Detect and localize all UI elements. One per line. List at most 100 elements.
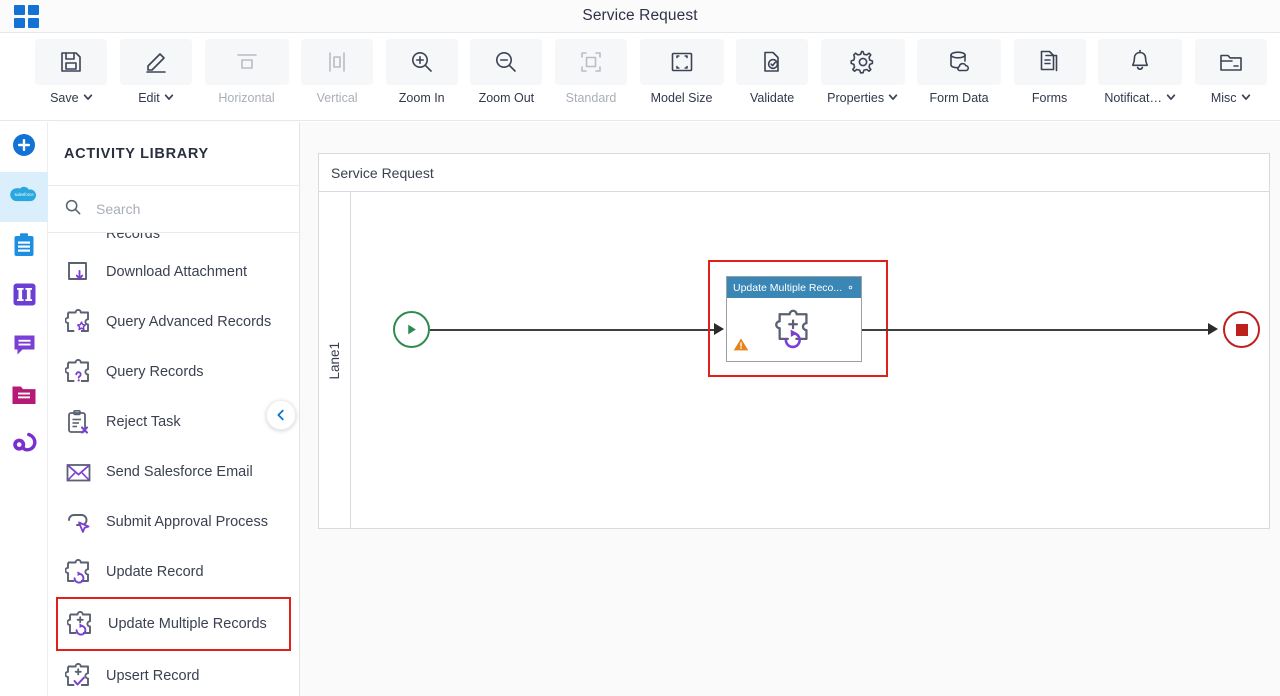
task-body — [727, 298, 861, 362]
rail-item-add-new[interactable] — [0, 122, 48, 172]
list-item[interactable]: Download Attachment — [48, 247, 299, 297]
horizontal-align-icon — [204, 39, 289, 85]
page-title: Service Request — [582, 7, 698, 24]
database-cloud-icon — [917, 39, 1002, 85]
apps-grid-icon[interactable] — [14, 5, 40, 28]
task-update-multiple-records[interactable]: Update Multiple Reco... — [726, 276, 862, 362]
toolbar-button-label: Zoom In — [398, 91, 445, 105]
rail-item-folders[interactable] — [0, 372, 48, 422]
toolbar-button-label: Vertical — [316, 91, 358, 105]
toolbar-button-label: Edit — [138, 91, 174, 105]
rail-item-salesforce[interactable]: salesforce — [0, 172, 48, 222]
toolbar-button-label: Properties — [827, 91, 898, 105]
process-pool: Service Request Lane1 Update Multiple Re… — [318, 153, 1270, 529]
list-item-label: Update Multiple Records — [108, 616, 267, 632]
list-item-label: Download Attachment — [106, 264, 248, 280]
toolbar-button-label: Zoom Out — [478, 91, 535, 105]
list-item[interactable]: Update Multiple Records — [56, 597, 291, 651]
list-item-label: Send Salesforce Email — [106, 464, 253, 480]
toolbar-button-zoom-in[interactable]: Zoom In — [385, 39, 458, 105]
toolbar-button-properties[interactable]: Properties — [820, 39, 905, 105]
activity-list: Records Download Attachment Query Advanced… — [48, 233, 299, 696]
puzzle-refresh-icon — [64, 558, 92, 586]
toolbar-button-forms[interactable]: Forms — [1013, 39, 1086, 105]
pencil-edit-icon — [119, 39, 192, 85]
comment-icon — [12, 333, 37, 362]
toolbar-button-save[interactable]: Save — [35, 39, 108, 105]
rail-item-swimlanes[interactable] — [0, 272, 48, 322]
bell-icon — [1098, 39, 1183, 85]
list-item-label: Update Record — [106, 564, 204, 580]
chevron-down-icon — [888, 94, 898, 100]
validate-doc-icon — [736, 39, 809, 85]
toolbar-button-edit[interactable]: Edit — [119, 39, 192, 105]
list-item[interactable]: Update Record — [48, 547, 299, 597]
pool-title: Service Request — [319, 154, 1269, 192]
list-item[interactable]: Reject Task — [48, 397, 299, 447]
lane-label-text: Lane1 — [327, 341, 342, 380]
gear-icon[interactable] — [845, 282, 856, 293]
salesforce-cloud-icon: salesforce — [9, 184, 39, 211]
envelope-icon — [64, 459, 92, 486]
panel-collapse-button[interactable] — [266, 400, 296, 430]
download-attachment-icon — [64, 259, 92, 286]
puzzle-question-icon — [64, 358, 92, 386]
search-input[interactable] — [94, 200, 254, 218]
panel-title: ACTIVITY LIBRARY — [64, 145, 209, 162]
title-bar: Service Request — [0, 0, 1280, 33]
rail-item-annotations[interactable] — [0, 322, 48, 372]
toolbar-button-label: Model Size — [650, 91, 713, 105]
chevron-down-icon — [164, 94, 173, 100]
task-title-text: Update Multiple Reco... — [733, 281, 843, 294]
connector-task-to-end — [862, 329, 1210, 331]
toolbar-button-validate[interactable]: Validate — [736, 39, 809, 105]
toolbar-button-misc[interactable]: Misc — [1194, 39, 1267, 105]
rail-item-tasks[interactable] — [0, 222, 48, 272]
toolbar-button-horizontal: Horizontal — [204, 39, 289, 105]
lane-label: Lane1 — [319, 192, 351, 529]
end-event[interactable] — [1223, 311, 1260, 348]
toolbar-button-label: Horizontal — [218, 91, 275, 105]
play-triangle-icon — [408, 324, 416, 335]
toolbar-button-label: Form Data — [929, 91, 989, 105]
left-icon-rail: salesforce — [0, 122, 48, 696]
list-item-label: Submit Approval Process — [106, 514, 268, 530]
toolbar-button-label: Misc — [1211, 91, 1251, 105]
toolbar-button-zoom-out[interactable]: Zoom Out — [470, 39, 543, 105]
start-event[interactable] — [393, 311, 430, 348]
list-item[interactable]: Submit Approval Process — [48, 497, 299, 547]
folder-filled-icon — [11, 384, 37, 411]
plus-circle-icon — [11, 132, 37, 163]
chevron-left-icon — [277, 409, 284, 421]
toolbar-button-label: Validate — [749, 91, 795, 105]
list-item-clipped[interactable]: Records — [48, 233, 299, 247]
app-root: Service Request Save Edit Horizontal Vertic… — [0, 0, 1280, 696]
standard-frame-icon — [555, 39, 628, 85]
connector-start-to-task — [430, 329, 717, 331]
list-item[interactable]: Query Records — [48, 347, 299, 397]
diagram-canvas[interactable]: Service Request Lane1 Update Multiple Re… — [300, 122, 1280, 696]
main-toolbar: Save Edit Horizontal Vertical Zoom In Zoom Ou… — [0, 33, 1280, 121]
search-row — [48, 186, 299, 233]
lane-body: Update Multiple Reco... — [351, 192, 1271, 529]
list-item[interactable]: Send Salesforce Email — [48, 447, 299, 497]
chevron-down-icon — [83, 94, 92, 100]
list-item[interactable]: Upsert Record — [48, 651, 299, 696]
spiral-icon — [11, 432, 37, 462]
toolbar-button-notificat[interactable]: Notificat… — [1098, 39, 1183, 105]
list-item-label: Records — [106, 233, 160, 242]
toolbar-button-form-data[interactable]: Form Data — [917, 39, 1002, 105]
clipboard-icon — [12, 232, 36, 263]
documents-icon — [1013, 39, 1086, 85]
toolbar-button-model-size[interactable]: Model Size — [639, 39, 724, 105]
puzzle-plus-check-icon — [64, 662, 92, 690]
activity-library-panel: ACTIVITY LIBRARY Records Download Attachm… — [48, 122, 300, 696]
reject-task-icon — [64, 409, 92, 436]
list-item-label: Reject Task — [106, 414, 181, 430]
rail-item-integrations[interactable] — [0, 422, 48, 472]
list-item-label: Upsert Record — [106, 668, 200, 684]
model-size-icon — [639, 39, 724, 85]
zoom-out-icon — [470, 39, 543, 85]
list-item[interactable]: Query Advanced Records — [48, 297, 299, 347]
toolbar-button-standard: Standard — [555, 39, 628, 105]
